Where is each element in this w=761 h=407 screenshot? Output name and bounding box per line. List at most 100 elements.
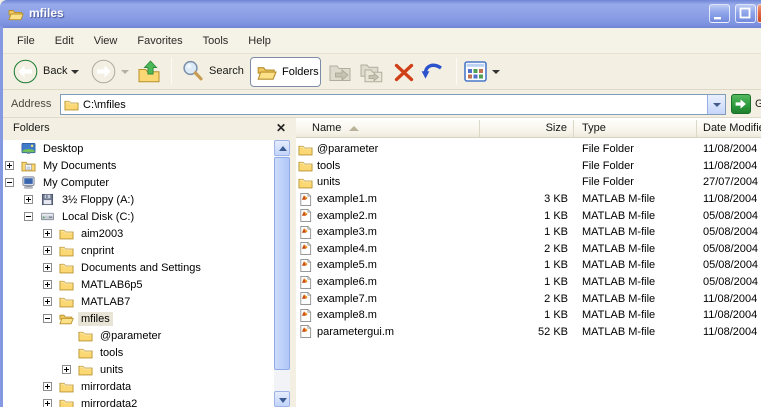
folder-icon — [298, 175, 313, 190]
file-row-parameter[interactable]: @parameter File Folder 11/08/2004 — [296, 141, 761, 158]
undo-button[interactable] — [419, 60, 446, 88]
tree-item-my-computer[interactable]: My Computer — [3, 174, 290, 191]
minimize-button[interactable] — [709, 4, 730, 23]
scrollbar-thumb[interactable] — [274, 157, 290, 370]
file-name-cell: example1.m — [296, 192, 480, 207]
file-date-cell: 11/08/2004 — [703, 193, 758, 206]
delete-button[interactable] — [392, 61, 416, 87]
tree-item-mfiles[interactable]: mfiles — [3, 310, 290, 327]
folder-icon — [298, 142, 313, 157]
tree-item-desktop[interactable]: Desktop — [3, 140, 290, 157]
menu-item-help[interactable]: Help — [238, 32, 281, 50]
address-input[interactable] — [83, 95, 683, 114]
my-computer-icon — [21, 175, 36, 190]
file-row-example2-m[interactable]: example2.m 1 KB MATLAB M-file 05/08/2004 — [296, 207, 761, 224]
tree-item-aim2003[interactable]: aim2003 — [3, 225, 290, 242]
maximize-icon — [739, 7, 751, 19]
address-dropdown-button[interactable] — [707, 95, 725, 114]
address-combobox[interactable] — [60, 94, 726, 115]
views-dropdown-icon[interactable] — [492, 70, 500, 74]
file-size-cell: 2 KB — [544, 292, 568, 305]
expand-plus-icon[interactable] — [43, 225, 59, 242]
tree-item-label: mfiles — [78, 311, 113, 326]
collapse-minus-icon[interactable] — [43, 310, 59, 327]
go-button[interactable] — [731, 94, 751, 114]
expand-plus-icon[interactable] — [43, 276, 59, 293]
file-row-example4-m[interactable]: example4.m 2 KB MATLAB M-file 05/08/2004 — [296, 241, 761, 258]
tree-item-documents-and-settings[interactable]: Documents and Settings — [3, 259, 290, 276]
expand-plus-icon[interactable] — [5, 157, 21, 174]
file-row-example6-m[interactable]: example6.m 1 KB MATLAB M-file 05/08/2004 — [296, 274, 761, 291]
forward-button[interactable] — [91, 59, 116, 87]
tree-item-tools[interactable]: tools — [3, 344, 290, 361]
back-dropdown-icon[interactable] — [71, 70, 79, 74]
menu-item-file[interactable]: File — [7, 32, 45, 50]
back-button[interactable] — [13, 59, 38, 87]
column-header-type[interactable]: Type — [574, 120, 697, 138]
column-header-size[interactable]: Size — [480, 120, 574, 138]
tree-item-my-documents[interactable]: My Documents — [3, 157, 290, 174]
copy-to-button[interactable] — [359, 61, 383, 86]
tree-item-parameter[interactable]: @parameter — [3, 327, 290, 344]
collapse-minus-icon[interactable] — [5, 174, 21, 191]
tree-item-mirrordata[interactable]: mirrordata — [3, 378, 290, 395]
folders-toggle-button[interactable]: Folders — [250, 57, 321, 87]
file-row-example7-m[interactable]: example7.m 2 KB MATLAB M-file 11/08/2004 — [296, 290, 761, 307]
menu-item-view[interactable]: View — [84, 32, 128, 50]
tree-scrollbar[interactable] — [274, 140, 290, 407]
expand-plus-icon[interactable] — [43, 395, 59, 407]
file-row-example1-m[interactable]: example1.m 3 KB MATLAB M-file 11/08/2004 — [296, 191, 761, 208]
file-type-cell: MATLAB M-file — [582, 325, 656, 338]
tree-item-units[interactable]: units — [3, 361, 290, 378]
menu-item-favorites[interactable]: Favorites — [127, 32, 192, 50]
file-row-example8-m[interactable]: example8.m 1 KB MATLAB M-file 11/08/2004 — [296, 307, 761, 324]
forward-dropdown-icon[interactable] — [121, 70, 129, 74]
scroll-up-icon — [279, 146, 287, 151]
expand-plus-icon[interactable] — [43, 242, 59, 259]
move-to-button[interactable] — [328, 61, 352, 86]
tree-item-cnprint[interactable]: cnprint — [3, 242, 290, 259]
up-button[interactable] — [136, 59, 162, 88]
close-folders-pane-button[interactable]: ✕ — [273, 120, 289, 136]
tree-item-local-disk-c[interactable]: Local Disk (C:) — [3, 208, 290, 225]
menu-item-tools[interactable]: Tools — [193, 32, 239, 50]
title-bar[interactable]: mfiles — [0, 0, 761, 28]
list-rows: @parameter File Folder 11/08/2004 tools File… — [296, 141, 761, 340]
tree-item-label: mirrordata — [81, 380, 132, 393]
tree-item-label: tools — [100, 346, 124, 359]
tree-item-matlab6p5[interactable]: MATLAB6p5 — [3, 276, 290, 293]
column-header-name[interactable]: Name — [296, 120, 480, 138]
file-size-cell: 1 KB — [544, 259, 568, 272]
views-button[interactable] — [464, 61, 487, 85]
expand-plus-icon[interactable] — [24, 191, 40, 208]
matlab-m-file-icon — [298, 258, 313, 273]
menu-item-edit[interactable]: Edit — [45, 32, 84, 50]
expand-plus-icon[interactable] — [43, 378, 59, 395]
tree-item-mirrordata2[interactable]: mirrordata2 — [3, 395, 290, 407]
close-button[interactable] — [757, 4, 761, 23]
file-row-units[interactable]: units File Folder 27/07/2004 — [296, 174, 761, 191]
file-row-tools[interactable]: tools File Folder 11/08/2004 — [296, 158, 761, 175]
expand-plus-icon[interactable] — [43, 259, 59, 276]
tree-item-matlab7[interactable]: MATLAB7 — [3, 293, 290, 310]
file-name: example2.m — [317, 209, 377, 222]
file-name: units — [317, 176, 341, 189]
scroll-down-button[interactable] — [274, 391, 290, 407]
collapse-minus-icon[interactable] — [24, 208, 40, 225]
scroll-up-button[interactable] — [274, 140, 290, 156]
tree-item-3-floppy-a[interactable]: 3½ Floppy (A:) — [3, 191, 290, 208]
file-date-cell: 11/08/2004 — [703, 325, 758, 338]
search-button[interactable] — [180, 58, 206, 88]
expand-plus-icon[interactable] — [62, 361, 78, 378]
maximize-button[interactable] — [735, 4, 756, 23]
window-title: mfiles — [29, 6, 64, 20]
back-icon — [13, 59, 38, 84]
file-row-example5-m[interactable]: example5.m 1 KB MATLAB M-file 05/08/2004 — [296, 257, 761, 274]
file-row-parametergui-m[interactable]: parametergui.m 52 KB MATLAB M-file 11/08/20… — [296, 324, 761, 341]
file-name: example6.m — [317, 276, 377, 289]
column-header-date-modified[interactable]: Date Modified — [697, 120, 761, 138]
expand-plus-icon[interactable] — [43, 293, 59, 310]
file-row-example3-m[interactable]: example3.m 1 KB MATLAB M-file 05/08/2004 — [296, 224, 761, 241]
file-name: @parameter — [317, 143, 379, 156]
